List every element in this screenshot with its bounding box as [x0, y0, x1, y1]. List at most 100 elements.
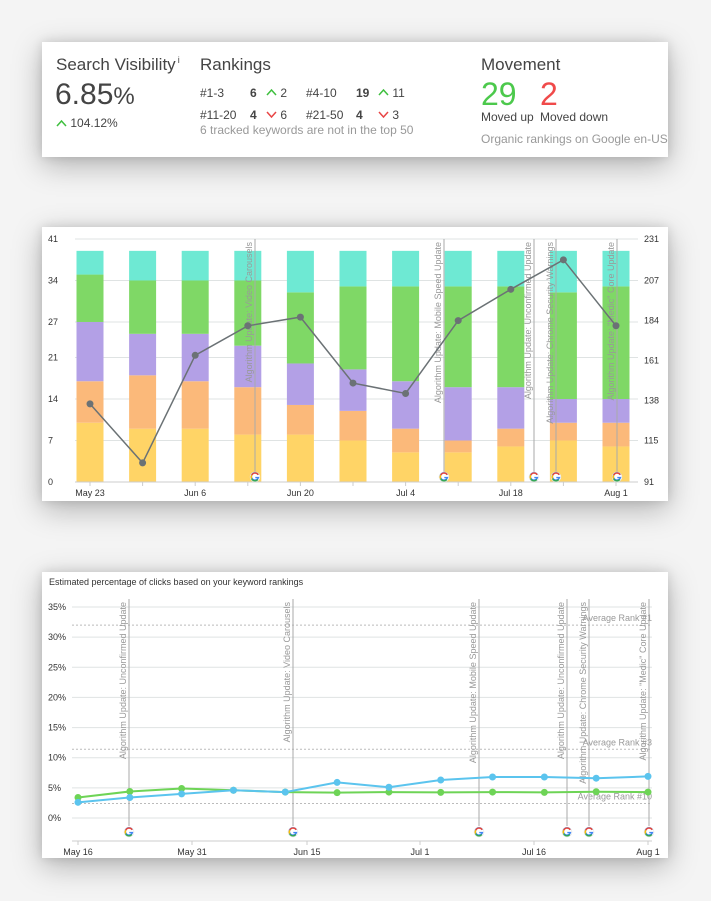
bar-segment — [129, 333, 157, 376]
movement-note: Organic rankings on Google en-US — [481, 132, 668, 146]
algorithm-update-label: Algorithm Update: Mobile Speed Update — [433, 242, 443, 403]
y-tick-label: 34 — [48, 275, 58, 285]
bar-segment — [76, 321, 104, 382]
x-tick-label: Jul 1 — [410, 847, 429, 857]
algorithm-update-label: Algorithm Update: "Medic" Core Update — [638, 602, 648, 760]
series-point — [437, 776, 445, 784]
rank-bucket-count: 4 — [356, 108, 363, 122]
bar-segment — [286, 363, 314, 405]
y2-tick-label: 207 — [644, 276, 659, 286]
y-tick-label: 25% — [48, 662, 66, 672]
bar-segment — [497, 250, 525, 287]
y2-tick-label: 91 — [644, 477, 654, 487]
visibility-change-value: 104.12% — [70, 116, 118, 130]
bar-segment — [181, 381, 209, 429]
google-icon-yellow — [612, 474, 615, 479]
rank-bucket-change-value: 3 — [392, 108, 400, 122]
x-tick-label: Jun 20 — [287, 488, 314, 498]
line-point — [139, 459, 147, 467]
bar-segment — [392, 286, 420, 382]
rankings-title: Rankings — [200, 55, 271, 74]
bar-segment — [392, 381, 420, 429]
bar-segment — [497, 387, 525, 429]
rank-bucket-label: #1-3 — [200, 86, 225, 100]
algorithm-update-label: Algorithm Update: Unconfirmed Update — [118, 602, 128, 759]
movement-title: Movement — [481, 55, 561, 74]
series-point — [489, 788, 497, 796]
series-point — [281, 788, 289, 796]
rankings-bar-chart: 0 91 7 115 14 138 21 161 27 184 34 207 41 231 May 23 Ju… — [48, 234, 659, 498]
visibility-change: 104.12% — [56, 116, 118, 130]
bar-segment — [286, 404, 314, 435]
bar-segment — [129, 375, 157, 429]
algorithm-update-label: Algorithm Update: Unconfirmed Update — [556, 602, 566, 759]
clicks-estimate-card: Estimated percentage of clicks based on … — [42, 572, 668, 858]
visibility-unit: % — [113, 83, 135, 110]
bar-segment — [76, 250, 104, 275]
x-tick-label: Aug 1 — [604, 488, 628, 498]
series-point — [126, 787, 134, 795]
bar-segment — [286, 250, 314, 293]
google-icon — [643, 826, 655, 838]
y-tick-label: 15% — [48, 723, 66, 733]
y-tick-label: 7 — [48, 436, 53, 446]
bar-segment — [129, 280, 157, 334]
bar-segment — [444, 250, 472, 287]
arrow-down-icon — [378, 108, 389, 122]
moved-down-label: Moved down — [540, 110, 609, 124]
search-visibility-label: Search Visibility — [56, 55, 176, 74]
y-tick-label: 0 — [48, 477, 53, 487]
line-point — [244, 322, 252, 330]
line-point — [507, 285, 515, 293]
google-icon-yellow — [529, 474, 532, 479]
y-tick-label: 14 — [48, 394, 58, 404]
bar-segment — [392, 250, 420, 287]
bar-segment — [129, 250, 157, 281]
search-visibility-title: Search Visibility i — [56, 55, 180, 75]
bar-segment — [76, 274, 104, 322]
y-tick-label: 30% — [48, 632, 66, 642]
bar-segment — [129, 428, 157, 482]
rank-bucket-change: 11 — [378, 86, 418, 100]
google-icon-yellow — [250, 474, 253, 479]
google-icon — [123, 826, 135, 838]
x-tick-label: Jul 16 — [522, 847, 546, 857]
series-point — [540, 788, 548, 796]
arrow-down-icon — [266, 108, 277, 122]
line-point — [296, 313, 304, 321]
info-icon[interactable]: i — [178, 55, 180, 65]
rank-bucket-count: 19 — [356, 86, 370, 100]
y-tick-label: 20% — [48, 692, 66, 702]
y-tick-label: 27 — [48, 317, 58, 327]
bar-segment — [602, 422, 630, 447]
rank-bucket-label: #11-20 — [200, 108, 237, 122]
arrow-up-icon — [266, 86, 277, 100]
rank-bucket-label: #21-50 — [306, 108, 344, 122]
y2-tick-label: 184 — [644, 316, 659, 326]
chart-title: Estimated percentage of clicks based on … — [49, 577, 304, 587]
bar-segment — [602, 399, 630, 423]
bar-segment — [392, 452, 420, 482]
moved-up-label: Moved up — [481, 110, 534, 124]
line-point — [191, 351, 199, 359]
algorithm-update-label: Algorithm Update: Mobile Speed Update — [468, 602, 478, 763]
y-tick-label: 41 — [48, 234, 58, 244]
line-point — [402, 389, 410, 397]
y2-tick-label: 115 — [644, 435, 658, 445]
arrow-up-icon — [56, 116, 70, 130]
algorithm-update-label: Algorithm Update: "Medic" Core Update — [606, 242, 616, 400]
bar-segment — [339, 440, 367, 482]
rankings-note: 6 tracked keywords are not in the top 50 — [200, 123, 414, 137]
line-point — [612, 322, 620, 330]
series-point — [74, 798, 82, 806]
line-point — [349, 379, 357, 387]
series-point — [333, 789, 341, 797]
google-icon — [583, 826, 595, 838]
x-tick-label: May 23 — [75, 488, 105, 498]
y-tick-label: 10% — [48, 753, 66, 763]
google-icon — [287, 826, 299, 838]
y2-tick-label: 138 — [644, 395, 659, 405]
bar-segment — [181, 280, 209, 334]
y-tick-label: 35% — [48, 602, 66, 612]
arrow-up-icon — [378, 86, 389, 100]
